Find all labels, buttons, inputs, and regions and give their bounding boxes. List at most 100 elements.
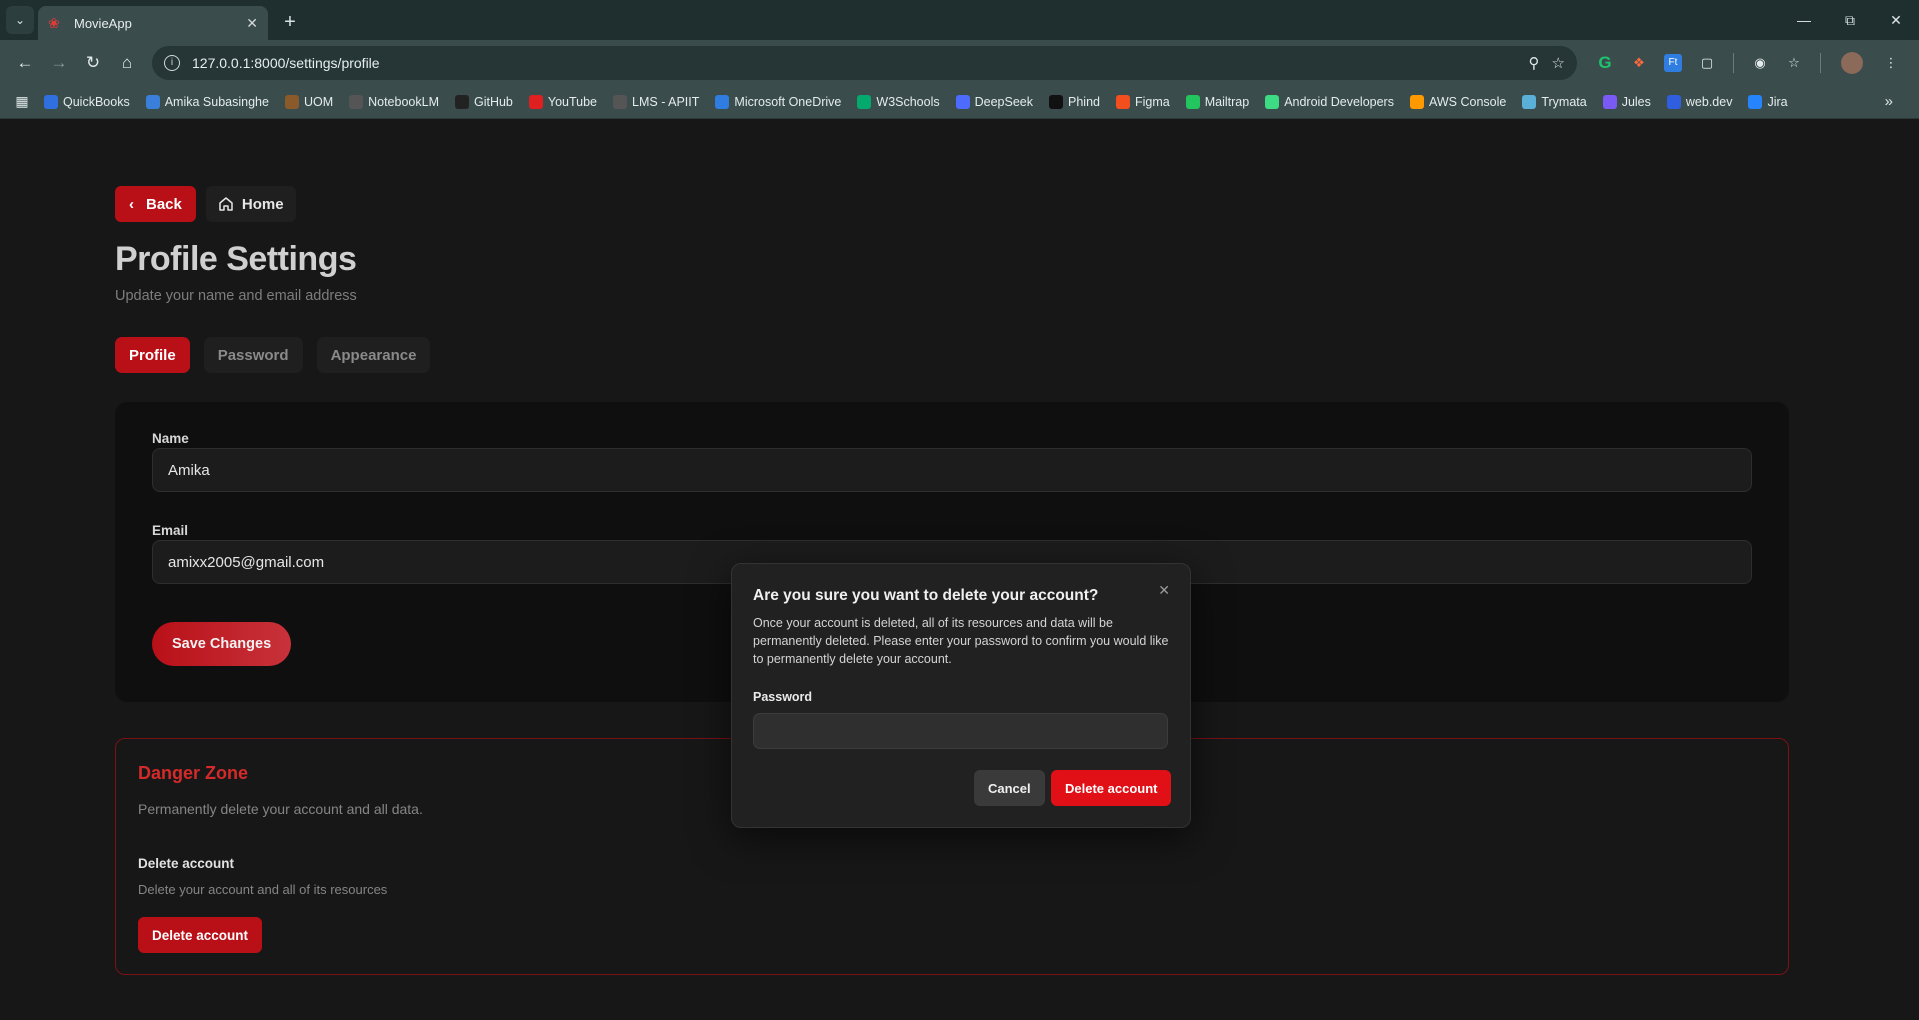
forward-nav-button[interactable]: → — [42, 46, 76, 80]
dialog-title: Are you sure you want to delete your acc… — [753, 587, 1099, 604]
bookmark-favicon-icon — [1265, 94, 1280, 109]
settings-tabs: Profile Password Appearance — [115, 337, 431, 373]
bookmark-label: NotebookLM — [368, 94, 439, 109]
bookmark-label: UOM — [303, 94, 334, 109]
bookmark-item[interactable]: GitHub — [447, 89, 521, 115]
bookmark-label: web.dev — [1685, 94, 1733, 109]
bookmark-favicon-icon — [528, 94, 543, 109]
reload-button[interactable]: ↻ — [76, 46, 110, 80]
chevron-down-icon: ⌄ — [14, 13, 26, 27]
tab-password[interactable]: Password — [203, 337, 303, 373]
bookmark-favicon-icon — [857, 94, 872, 109]
back-button-label: Back — [146, 195, 182, 213]
bookmark-label: DeepSeek — [974, 94, 1033, 109]
bookmark-item[interactable]: web.dev — [1659, 89, 1741, 115]
arrow-right-icon: → — [50, 52, 68, 72]
restore-icon[interactable]: ⧉ — [1827, 0, 1873, 40]
close-window-icon[interactable]: ✕ — [1873, 0, 1919, 40]
bookmark-favicon-icon — [44, 94, 58, 109]
bookmark-item[interactable]: W3Schools — [849, 89, 947, 115]
home-nav-button[interactable]: ⌂ — [110, 46, 144, 80]
page-content: ‹ Back Home Profile Settings Update your… — [0, 120, 1919, 1020]
bookmark-item[interactable]: DeepSeek — [948, 89, 1041, 115]
bookmark-item[interactable]: Jira — [1740, 89, 1795, 115]
toolbar-separator — [1733, 52, 1734, 73]
browser-toolbar: ← → ↻ ⌂ i 127.0.0.1:8000/settings/profil… — [0, 40, 1919, 85]
new-tab-button[interactable]: + — [276, 8, 304, 36]
browser-tab[interactable]: ❀ MovieApp ✕ — [38, 6, 268, 40]
bookmark-label: AWS Console — [1428, 94, 1507, 109]
incognito-icon[interactable]: ◉ — [1746, 49, 1774, 77]
back-button[interactable]: ‹ Back — [115, 186, 196, 222]
page-subtitle: Update your name and email address — [115, 288, 357, 304]
bookmark-favicon-icon — [454, 94, 469, 109]
favorites-icon[interactable]: ☆ — [1780, 49, 1808, 77]
zoom-icon[interactable]: ⚲ — [1529, 54, 1540, 72]
bookmark-label: QuickBooks — [63, 94, 130, 109]
bookmark-item[interactable]: Amika Subasinghe — [138, 89, 277, 115]
save-changes-button[interactable]: Save Changes — [152, 622, 292, 666]
chevron-left-icon: ‹ — [129, 195, 134, 213]
extension-orange-icon[interactable]: ❖ — [1625, 49, 1653, 77]
bookmark-item[interactable]: Mailtrap — [1178, 89, 1257, 115]
bookmark-label: Mailtrap — [1204, 94, 1250, 109]
puzzle-extensions-icon[interactable]: ▢ — [1693, 49, 1721, 77]
bookmark-favicon-icon — [715, 94, 730, 109]
dialog-description: Once your account is deleted, all of its… — [753, 616, 1169, 666]
more-menu-icon[interactable]: ⋮ — [1877, 49, 1905, 77]
browser-tab-bar: ⌄ ❀ MovieApp ✕ + — ⧉ ✕ — [0, 0, 1919, 40]
profile-avatar[interactable] — [1841, 51, 1863, 74]
bookmark-item[interactable]: YouTube — [521, 89, 605, 115]
bookmark-item[interactable]: Jules — [1595, 89, 1659, 115]
bookmark-favicon-icon — [1115, 94, 1130, 109]
bookmark-favicon-icon — [1748, 94, 1763, 109]
minimize-icon[interactable]: — — [1781, 0, 1827, 40]
site-info-icon[interactable]: i — [164, 54, 180, 71]
window-controls: — ⧉ ✕ — [1781, 0, 1919, 40]
email-label: Email — [152, 523, 189, 538]
name-field[interactable]: Amika — [152, 448, 1752, 492]
toolbar-separator — [1820, 52, 1821, 73]
back-nav-button[interactable]: ← — [8, 46, 42, 80]
bookmark-label: LMS - APIIT — [632, 94, 700, 109]
laravel-favicon-icon: ❀ — [48, 15, 60, 31]
bookmark-favicon-icon — [955, 94, 970, 109]
bookmark-favicon-icon — [1522, 94, 1537, 109]
close-icon[interactable]: ✕ — [1158, 582, 1170, 599]
bookmark-item[interactable]: Trymata — [1514, 89, 1594, 115]
tab-profile[interactable]: Profile — [115, 337, 190, 373]
tab-search-menu-button[interactable]: ⌄ — [6, 6, 34, 34]
delete-account-button[interactable]: Delete account — [138, 917, 263, 953]
grammarly-icon[interactable]: G — [1591, 49, 1619, 77]
bookmark-item[interactable]: Phind — [1041, 89, 1108, 115]
extension-blue-icon[interactable]: Ft — [1664, 53, 1682, 72]
apps-grid-icon[interactable]: ▦ — [8, 89, 36, 115]
bookmark-item[interactable]: Microsoft OneDrive — [707, 89, 849, 115]
bookmark-item[interactable]: UOM — [277, 89, 341, 115]
bookmark-item[interactable]: NotebookLM — [341, 89, 447, 115]
home-icon — [219, 197, 233, 211]
tab-title: MovieApp — [74, 15, 132, 31]
bookmark-label: GitHub — [473, 94, 513, 109]
confirm-delete-account-button[interactable]: Delete account — [1051, 770, 1172, 806]
address-bar[interactable]: i 127.0.0.1:8000/settings/profile ⚲ ☆ — [152, 45, 1577, 80]
bookmark-label: Jira — [1767, 94, 1788, 109]
bookmark-item[interactable]: LMS - APIIT — [605, 89, 707, 115]
cancel-button[interactable]: Cancel — [974, 770, 1045, 806]
tab-appearance[interactable]: Appearance — [316, 337, 431, 373]
bookmark-item[interactable]: QuickBooks — [36, 89, 138, 115]
password-input[interactable] — [753, 713, 1168, 749]
bookmark-item[interactable]: Android Developers — [1257, 89, 1402, 115]
bookmark-star-icon[interactable]: ☆ — [1552, 54, 1565, 72]
bookmarks-overflow-icon[interactable]: » — [1885, 93, 1911, 110]
bookmark-label: W3Schools — [876, 94, 940, 109]
bookmark-item[interactable]: Figma — [1108, 89, 1178, 115]
home-button[interactable]: Home — [205, 186, 296, 222]
delete-account-heading: Delete account — [138, 856, 235, 871]
url-text[interactable]: 127.0.0.1:8000/settings/profile — [192, 55, 1517, 71]
home-button-label: Home — [241, 195, 284, 213]
close-tab-icon[interactable]: ✕ — [246, 15, 258, 32]
name-label: Name — [152, 431, 189, 446]
bookmark-item[interactable]: AWS Console — [1402, 89, 1514, 115]
bookmark-label: Phind — [1068, 94, 1100, 109]
